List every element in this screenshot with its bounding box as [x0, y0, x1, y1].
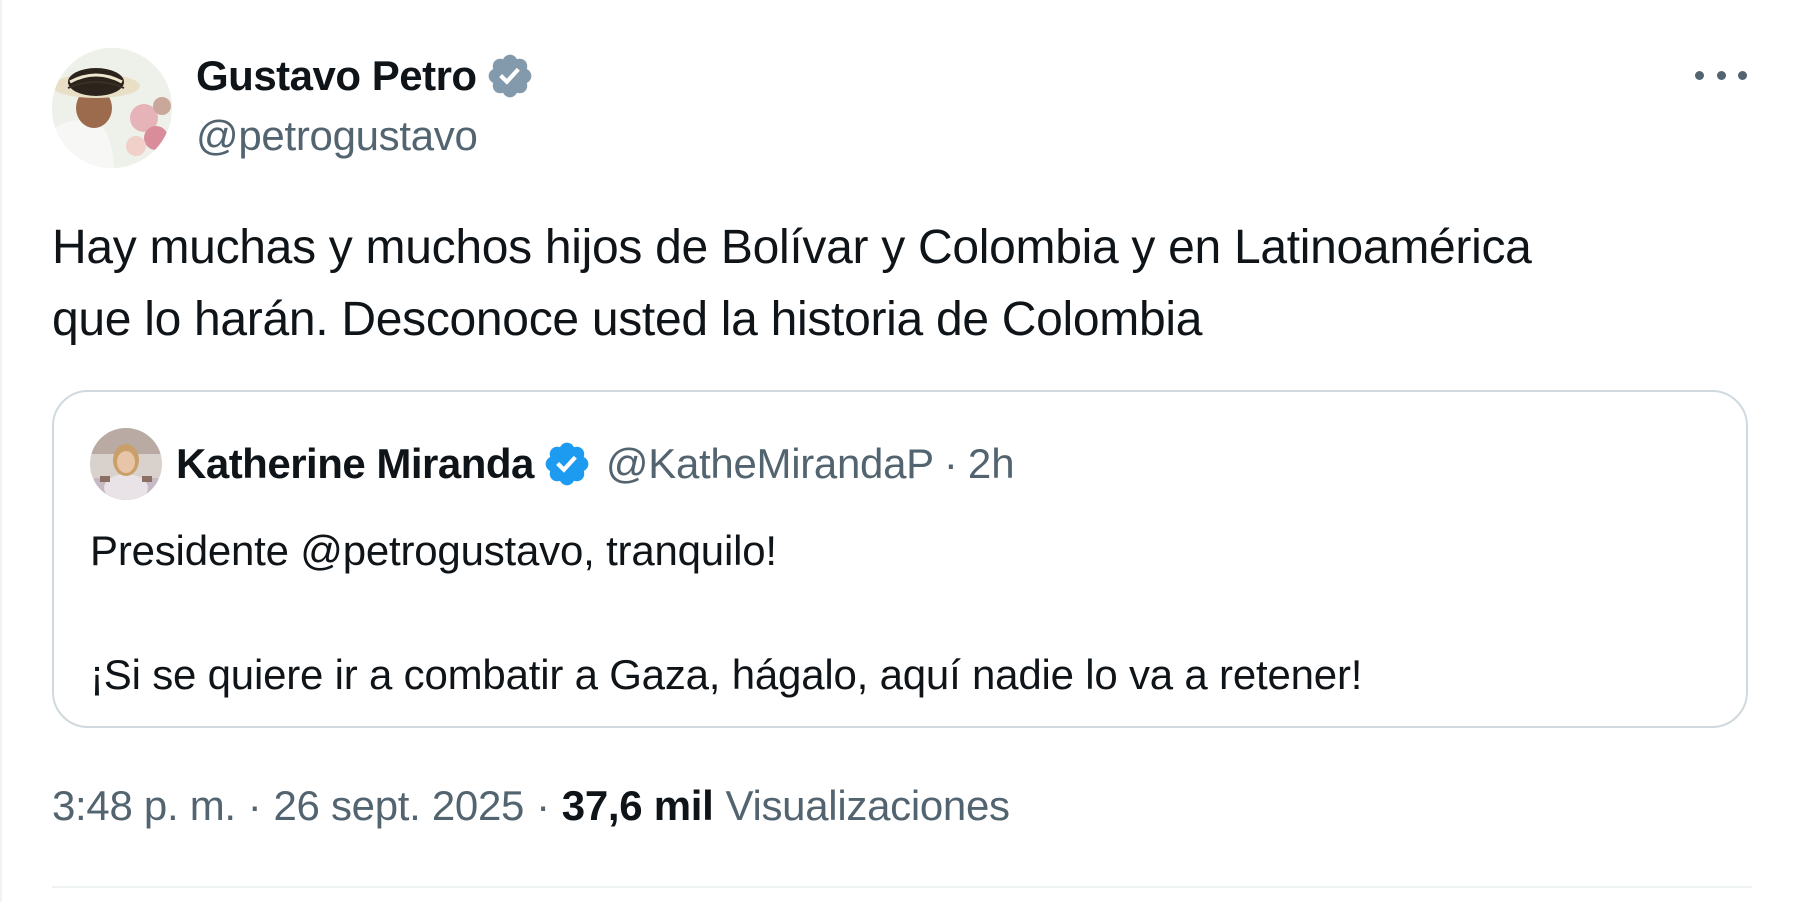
more-options-icon[interactable]: [1695, 60, 1747, 90]
quoted-time-ago[interactable]: 2h: [968, 440, 1015, 488]
author-avatar-image: [52, 48, 172, 168]
tweet[interactable]: Gustavo Petro @petrogustavo Hay muchas y…: [52, 0, 1752, 902]
quoted-author-name[interactable]: Katherine Miranda: [176, 440, 534, 488]
quoted-separator: ·: [943, 440, 958, 487]
author-name-row: Gustavo Petro: [196, 48, 535, 104]
author-name[interactable]: Gustavo Petro: [196, 52, 477, 100]
meta-separator: ·: [536, 782, 550, 829]
quoted-tweet-text: Presidente @petrogustavo, tranquilo! ¡Si…: [90, 520, 1690, 706]
views-label[interactable]: Visualizaciones: [726, 782, 1011, 830]
left-border: [0, 0, 2, 902]
quoted-tweet-header: Katherine Miranda @KatheMirandaP · 2h: [90, 428, 1015, 500]
tweet-text-line: que lo harán. Desconoce usted la histori…: [52, 293, 1203, 346]
quoted-author-avatar-image: [90, 428, 162, 500]
tweet-date[interactable]: 26 sept. 2025: [273, 782, 524, 830]
author-handle[interactable]: @petrogustavo: [196, 112, 478, 160]
tweet-time[interactable]: 3:48 p. m.: [52, 782, 236, 830]
tweet-text: Hay muchas y muchos hijos de Bolívar y C…: [52, 212, 1732, 356]
tweet-meta: 3:48 p. m. · 26 sept. 2025 · 37,6 mil Vi…: [52, 782, 1010, 830]
quoted-text-spacer: [90, 582, 1690, 644]
more-options-dot: [1695, 70, 1704, 80]
quoted-text-line: Presidente @petrogustavo, tranquilo!: [90, 527, 777, 574]
verified-badge-icon[interactable]: [485, 51, 535, 101]
more-options-dot: [1716, 70, 1726, 80]
author-avatar[interactable]: [52, 48, 172, 168]
more-options-dot: [1738, 70, 1747, 80]
bottom-divider: [52, 886, 1752, 888]
quoted-author-avatar[interactable]: [90, 428, 162, 500]
tweet-text-line: Hay muchas y muchos hijos de Bolívar y C…: [52, 221, 1532, 274]
quoted-author-handle[interactable]: @KatheMirandaP: [606, 440, 934, 488]
quoted-tweet-card[interactable]: Katherine Miranda @KatheMirandaP · 2h Pr…: [52, 390, 1748, 728]
quoted-text-line: ¡Si se quiere ir a combatir a Gaza, hága…: [90, 651, 1363, 698]
meta-separator: ·: [247, 782, 262, 829]
views-count[interactable]: 37,6 mil: [562, 782, 714, 830]
verified-badge-blue-icon[interactable]: [542, 439, 592, 489]
